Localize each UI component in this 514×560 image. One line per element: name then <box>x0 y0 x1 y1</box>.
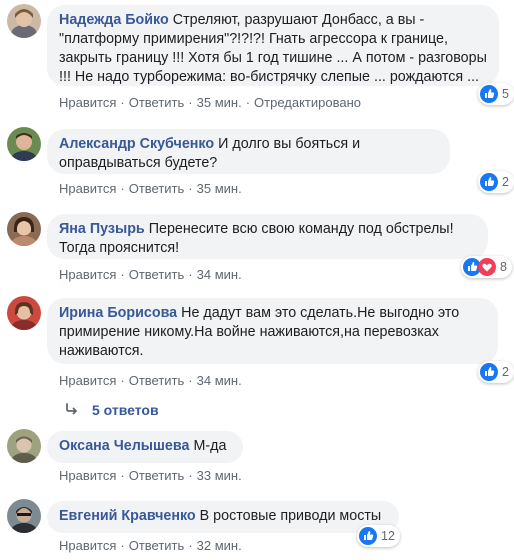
reactions-count: 2 <box>502 175 509 189</box>
comment-author[interactable]: Ирина Борисова <box>59 305 177 321</box>
reactions-badge[interactable]: 12 <box>357 525 400 547</box>
like-icon <box>480 363 498 381</box>
reply-link[interactable]: Ответить <box>129 538 185 553</box>
reactions-badge[interactable]: 2 <box>478 361 514 383</box>
comment-actions: Нравится · Ответить · 32 мин. <box>59 538 242 553</box>
reply-link[interactable]: Ответить <box>129 267 185 282</box>
comment-actions: Нравится · Ответить · 34 мин. <box>59 373 242 388</box>
comment-text: М-да <box>193 438 227 454</box>
like-icon <box>480 173 498 191</box>
like-icon <box>480 85 498 103</box>
like-link[interactable]: Нравится <box>59 538 116 553</box>
reactions-count: 12 <box>381 529 395 543</box>
comment-author[interactable]: Надежда Бойко <box>59 12 169 28</box>
comment-bubble: Евгений Кравченко В ростовые приводи мост… <box>47 501 399 533</box>
like-link[interactable]: Нравится <box>59 373 116 388</box>
reactions-badge[interactable]: 2 <box>478 171 514 193</box>
comment-actions: Нравится · Ответить · 33 мин. <box>59 468 242 483</box>
comment-text: В ростовые приводи мосты <box>199 508 382 524</box>
comment-bubble: Оксана Челышева М-да <box>47 431 243 463</box>
comment-author[interactable]: Яна Пузырь <box>59 221 145 237</box>
reactions-badge[interactable]: 8 <box>461 256 512 278</box>
comment-bubble: Александр Скубченко И долго вы бояться и … <box>47 129 450 174</box>
avatar[interactable] <box>7 296 41 330</box>
like-link[interactable]: Нравится <box>59 267 116 282</box>
reply-link[interactable]: Ответить <box>129 373 185 388</box>
comment-author[interactable]: Александр Скубченко <box>59 136 214 152</box>
avatar[interactable] <box>7 429 41 463</box>
comment-bubble: Надежда Бойко Стреляют, разрушают Донбасс… <box>47 5 499 86</box>
avatar[interactable] <box>7 212 41 246</box>
timestamp[interactable]: 34 мин. <box>197 267 242 282</box>
edited-label[interactable]: Отредактировано <box>254 95 361 110</box>
timestamp[interactable]: 34 мин. <box>197 373 242 388</box>
like-link[interactable]: Нравится <box>59 95 116 110</box>
reactions-count: 2 <box>502 365 509 379</box>
reactions-badge[interactable]: 5 <box>478 83 514 105</box>
reply-arrow-icon <box>66 402 80 418</box>
timestamp[interactable]: 35 мин. <box>197 181 242 196</box>
timestamp[interactable]: 35 мин. <box>197 95 242 110</box>
reply-link[interactable]: Ответить <box>129 95 185 110</box>
comment-author[interactable]: Оксана Челышева <box>59 438 189 454</box>
avatar[interactable] <box>7 127 41 161</box>
like-link[interactable]: Нравится <box>59 181 116 196</box>
reply-link[interactable]: Ответить <box>129 181 185 196</box>
replies-count-label[interactable]: 5 ответов <box>92 402 159 418</box>
view-replies-link[interactable]: 5 ответов <box>66 402 159 418</box>
love-icon <box>478 258 496 276</box>
reply-link[interactable]: Ответить <box>129 468 185 483</box>
timestamp[interactable]: 33 мин. <box>197 468 242 483</box>
like-icon <box>359 527 377 545</box>
comment-actions: Нравится · Ответить · 35 мин. <box>59 181 242 196</box>
comment-actions: Нравится · Ответить · 35 мин. · Отредактирован… <box>59 95 362 110</box>
avatar[interactable] <box>7 499 41 533</box>
comment-author[interactable]: Евгений Кравченко <box>59 508 196 524</box>
comment-bubble: Ирина Борисова Не дадут вам это сделать.Н… <box>47 298 498 364</box>
avatar[interactable] <box>7 4 41 38</box>
reactions-count: 8 <box>500 260 507 274</box>
timestamp[interactable]: 32 мин. <box>197 538 242 553</box>
comment-bubble: Яна Пузырь Перенесите всю свою команду по… <box>47 214 488 259</box>
like-link[interactable]: Нравится <box>59 468 116 483</box>
reactions-count: 5 <box>502 87 509 101</box>
comment-actions: Нравится · Ответить · 34 мин. <box>59 267 242 282</box>
